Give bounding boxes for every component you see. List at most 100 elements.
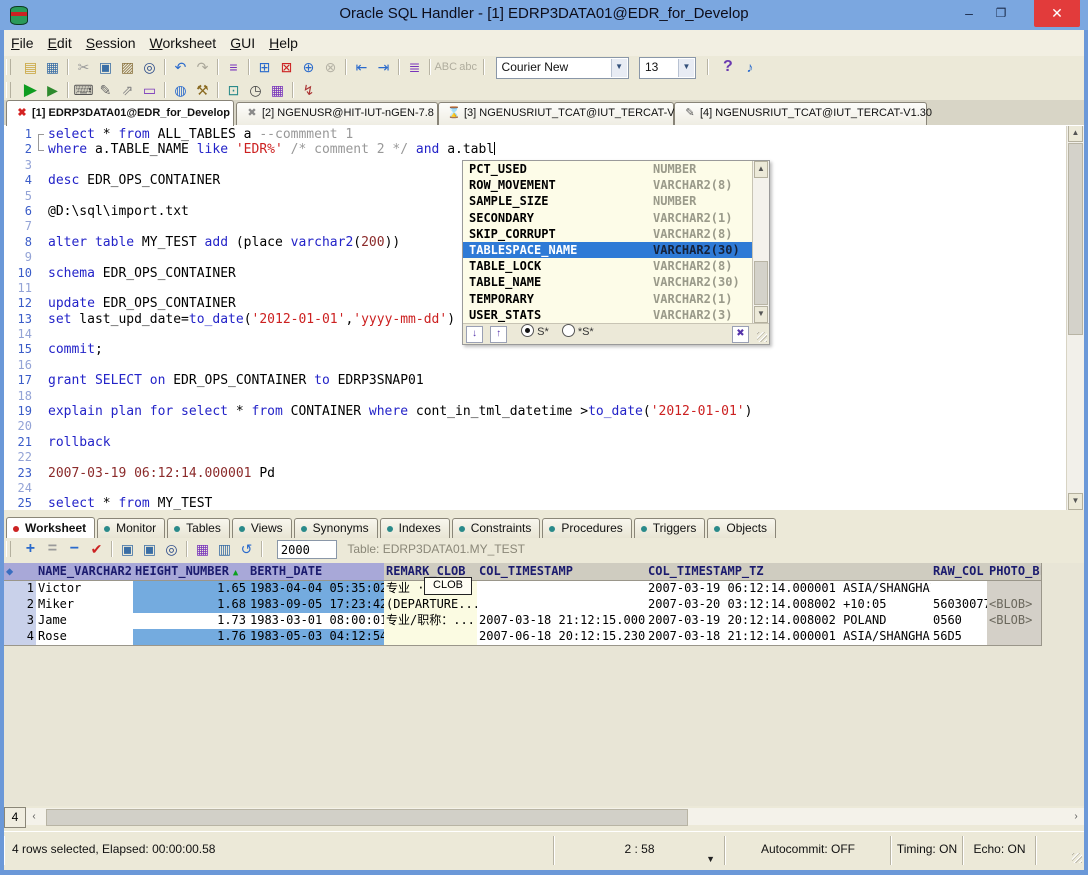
row-number[interactable]: 1 (4, 581, 37, 598)
popup-vscrollbar[interactable]: ▲ ▼ (752, 161, 769, 323)
grid-cell-height[interactable]: 1.68 (133, 597, 249, 614)
redo-icon[interactable]: ↷ (191, 57, 213, 77)
refresh-icon[interactable]: ↺ (235, 539, 257, 559)
autocomplete-item[interactable]: USER_STATSVARCHAR2(3) (463, 307, 753, 323)
move-up-icon[interactable]: ↑ (490, 326, 507, 343)
grid-cell-tz[interactable]: 2007-03-18 21:12:14.000001 ASIA/SHANGHAI (646, 629, 932, 646)
column-header-height[interactable]: HEIGHT_NUMBER▲ (133, 563, 249, 581)
comment-lines-icon[interactable]: ≣ (403, 57, 425, 77)
lowercase-icon[interactable]: abc (457, 57, 479, 77)
plug-icon[interactable]: ↯ (297, 80, 319, 100)
make-select-list-icon[interactable]: ⊞ (253, 57, 275, 77)
edit-script-icon[interactable]: ✎ (94, 80, 116, 100)
window-grid-icon[interactable]: ▦ (266, 80, 288, 100)
grid-cell-name[interactable]: Rose (36, 629, 134, 646)
grid-cell-tz[interactable]: 2007-03-20 03:12:14.008002 +10:05 (646, 597, 932, 614)
row-number[interactable]: 3 (4, 613, 37, 630)
autocomplete-item[interactable]: TABLE_LOCKVARCHAR2(8) (463, 258, 753, 274)
paste-icon[interactable]: ▨ (116, 57, 138, 77)
tab-constraints[interactable]: Constraints (452, 518, 541, 538)
scroll-right-icon[interactable]: › (1068, 808, 1084, 825)
popup-vscroll-thumb[interactable] (754, 261, 768, 305)
autocomplete-item[interactable]: PCT_USEDNUMBER (463, 161, 753, 177)
grid-cell-ts[interactable] (477, 581, 647, 598)
cursor-position-combo[interactable]: 2 : 58 ▼ (553, 836, 725, 865)
toolbar-grip[interactable] (6, 541, 11, 557)
autocomplete-item[interactable]: ROW_MOVEMENTVARCHAR2(8) (463, 177, 753, 193)
grid-cell-height[interactable]: 1.76 (133, 629, 249, 646)
tools-icon[interactable]: ⚒ (191, 80, 213, 100)
grid-cell-ts[interactable]: 2007-06-18 20:12:15.230 (477, 629, 647, 646)
minimize-button[interactable]: – (954, 0, 984, 27)
snapshot-icon[interactable]: ⊡ (222, 80, 244, 100)
close-button[interactable]: ✕ (1034, 0, 1080, 27)
grid-cell-raw[interactable] (931, 581, 988, 598)
editor-vscroll-thumb[interactable] (1068, 143, 1083, 335)
window-resize-grip[interactable] (1072, 853, 1082, 863)
toolbar-grip[interactable] (6, 59, 11, 75)
autocomplete-item[interactable]: SKIP_CORRUPTVARCHAR2(8) (463, 226, 753, 242)
scroll-up-icon[interactable]: ▲ (1068, 125, 1083, 142)
connect-icon[interactable]: ⌨ (72, 80, 94, 100)
diamond-check-icon[interactable]: ◆ (6, 564, 13, 578)
grid-cell-height[interactable]: 1.65 (133, 581, 249, 598)
find-record-icon[interactable]: ◎ (160, 539, 182, 559)
tab-indexes[interactable]: Indexes (380, 518, 450, 538)
grid-cell-raw[interactable]: 56D5 (931, 629, 988, 646)
insert-record-icon[interactable]: + (19, 539, 41, 559)
current-row-button[interactable]: 4 (4, 807, 26, 828)
toolbar-grip[interactable] (6, 82, 11, 98)
column-header-blob[interactable]: PHOTO_BLOB (987, 563, 1042, 581)
menu-item-gui[interactable]: GUI (223, 30, 262, 51)
grid-cell-ts[interactable]: 2007-03-18 21:12:15.000 (477, 613, 647, 630)
column-header-name[interactable]: NAME_VARCHAR2 (36, 563, 134, 581)
scroll-left-icon[interactable]: ‹ (26, 808, 42, 825)
uppercase-icon[interactable]: ABC (434, 57, 457, 77)
grid-cell-blob[interactable]: <BLOB> (987, 613, 1042, 630)
indent-icon[interactable]: ⇥ (372, 57, 394, 77)
tab-objects[interactable]: Objects (707, 518, 776, 538)
grid-cell-ts[interactable] (477, 597, 647, 614)
editor-vscrollbar[interactable]: ▲ ▼ (1066, 125, 1084, 510)
scroll-down-icon[interactable]: ▼ (1068, 493, 1083, 510)
session-tab-2[interactable]: ✖[2] NGENUSR@HIT-IUT-nGEN-7.8 (236, 102, 438, 125)
cut-icon[interactable]: ✂ (72, 57, 94, 77)
execute-to-end-icon[interactable]: ▶ (41, 80, 63, 100)
autocomplete-item[interactable]: SAMPLE_SIZENUMBER (463, 193, 753, 209)
column-header-num[interactable]: ◆ (4, 563, 37, 581)
tab-triggers[interactable]: Triggers (634, 518, 706, 538)
autocomplete-item[interactable]: TEMPORARYVARCHAR2(1) (463, 291, 753, 307)
grid-cell-name[interactable]: Victor (36, 581, 134, 598)
copy-icon[interactable]: ▣ (94, 57, 116, 77)
grid-cell-blob[interactable] (987, 629, 1042, 646)
copy-cells-icon[interactable]: ▣ (138, 539, 160, 559)
tab-views[interactable]: Views (232, 518, 292, 538)
chevron-down-icon[interactable]: ▼ (678, 59, 694, 77)
grid-cell-blob[interactable] (987, 581, 1042, 598)
strip-select-list-icon[interactable]: ⊠ (275, 57, 297, 77)
chevron-down-icon[interactable]: ▼ (611, 59, 627, 77)
grid-cell-tz[interactable]: 2007-03-19 06:12:14.000001 ASIA/SHANGHAI (646, 581, 932, 598)
session-tab-4[interactable]: ✎[4] NGENUSRIUT_TCAT@IUT_TERCAT-V1.30 (674, 102, 927, 125)
chevron-down-icon[interactable]: ▼ (706, 846, 715, 872)
contains-match-radio[interactable] (562, 324, 575, 337)
tab-synonyms[interactable]: Synonyms (294, 518, 378, 538)
column-header-ts[interactable]: COL_TIMESTAMP (477, 563, 647, 581)
tab-procedures[interactable]: Procedures (542, 518, 631, 538)
session-tab-1[interactable]: ✖[1] EDRP3DATA01@EDR_for_Develop (6, 100, 234, 126)
session-tab-3[interactable]: ⌛[3] NGENUSRIUT_TCAT@IUT_TERCAT-V1.30 (438, 102, 674, 125)
column-view-icon[interactable]: ▥ (213, 539, 235, 559)
rows-limit-input[interactable] (277, 540, 337, 559)
console-icon[interactable]: ▭ (138, 80, 160, 100)
grid-cell-blob[interactable]: <BLOB> (987, 597, 1042, 614)
tab-worksheet[interactable]: Worksheet (6, 517, 95, 539)
prefix-match-radio[interactable] (521, 324, 534, 337)
row-number[interactable]: 2 (4, 597, 37, 614)
grid-view-icon[interactable]: ▦ (191, 539, 213, 559)
menu-item-session[interactable]: Session (79, 30, 143, 51)
autocomplete-item[interactable]: TABLE_NAMEVARCHAR2(30) (463, 274, 753, 290)
scroll-up-icon[interactable]: ▲ (754, 161, 768, 178)
grid-cell-remark[interactable]: 专业/职称：... (384, 613, 478, 630)
row-number[interactable]: 4 (4, 629, 37, 646)
delete-record-icon[interactable]: − (63, 539, 85, 559)
